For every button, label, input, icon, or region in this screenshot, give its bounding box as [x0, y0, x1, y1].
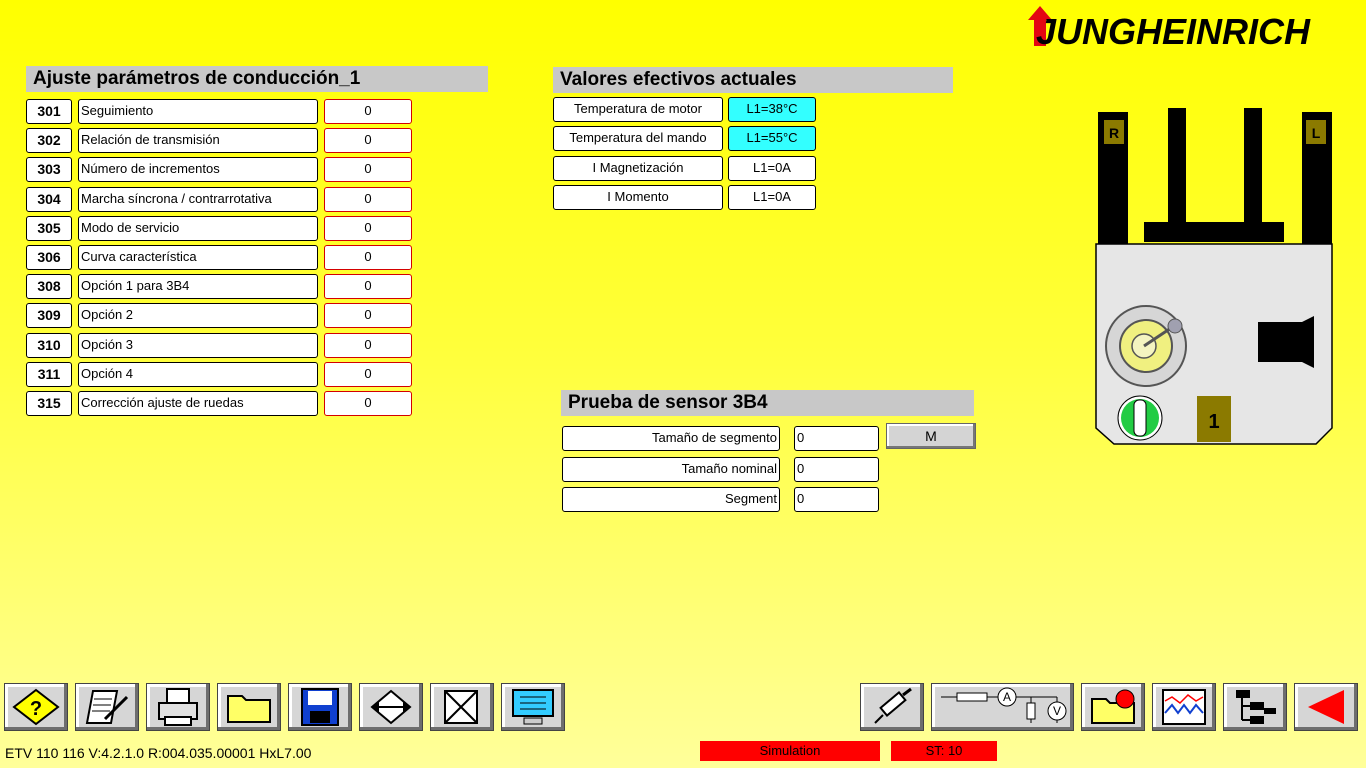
- param-number: 301: [26, 99, 72, 124]
- left-label: L: [1312, 125, 1321, 141]
- syringe-icon: [874, 687, 912, 724]
- param-value-field[interactable]: 0: [324, 157, 412, 183]
- actual-value: L1=55°C: [728, 126, 816, 152]
- param-number: 315: [26, 391, 72, 416]
- disable-document-button[interactable]: [430, 683, 494, 731]
- param-number: 302: [26, 128, 72, 154]
- transfer-button[interactable]: [359, 683, 423, 731]
- param-number: 311: [26, 361, 72, 387]
- params-panel-title: Ajuste parámetros de conducción_1: [26, 66, 488, 92]
- m-button[interactable]: M: [886, 423, 976, 449]
- sensor-label: Segment: [562, 487, 780, 512]
- param-value-field[interactable]: 0: [324, 274, 412, 300]
- notes-button[interactable]: [75, 683, 139, 731]
- oscilloscope-icon: [1162, 689, 1206, 725]
- param-label: Relación de transmisión: [78, 128, 318, 154]
- svg-text:JUNGHEINRICH: JUNGHEINRICH: [1036, 11, 1311, 48]
- data-transfer-icon: [370, 689, 412, 725]
- param-label: Número de incrementos: [78, 157, 318, 183]
- param-value-field[interactable]: 0: [324, 391, 412, 416]
- folder-icon: [227, 695, 271, 723]
- help-button[interactable]: ?: [4, 683, 68, 731]
- param-label: Opción 3: [78, 332, 318, 358]
- printer-icon: [158, 688, 198, 726]
- param-value-field[interactable]: 0: [324, 186, 412, 212]
- monitor-icon: [512, 689, 554, 725]
- param-label: Opción 4: [78, 361, 318, 387]
- actual-values-title: Valores efectivos actuales: [553, 67, 953, 93]
- indicator-text: 1: [1208, 411, 1219, 433]
- param-value-field[interactable]: 0: [324, 245, 412, 270]
- param-value-field[interactable]: 0: [324, 215, 412, 241]
- param-label: Corrección ajuste de ruedas: [78, 391, 318, 416]
- oscilloscope-button[interactable]: [1152, 683, 1216, 731]
- mast-post-1: [1168, 108, 1186, 224]
- param-number: 308: [26, 274, 72, 300]
- param-value-field[interactable]: 0: [324, 361, 412, 387]
- actual-label: I Magnetización: [553, 155, 723, 181]
- svg-text:?: ?: [30, 698, 42, 720]
- open-folder-button[interactable]: [217, 683, 281, 731]
- crossed-document-icon: [444, 690, 478, 724]
- param-label: Opción 2: [78, 303, 318, 329]
- circuit-meter-icon: A V: [940, 687, 1066, 723]
- actual-label: I Momento: [553, 184, 723, 210]
- circuit-meter-button[interactable]: A V: [931, 683, 1074, 731]
- simulation-badge: Simulation: [700, 741, 880, 761]
- param-label: Marcha síncrona / contrarrotativa: [78, 186, 318, 212]
- truck-diagram: R L 1: [1095, 108, 1333, 445]
- control-handle: [1258, 316, 1314, 368]
- svg-text:A: A: [1002, 690, 1010, 704]
- param-value-field[interactable]: 0: [324, 99, 412, 124]
- param-label: Modo de servicio: [78, 215, 318, 241]
- sensor-value-field[interactable]: 0: [794, 487, 879, 512]
- svg-text:V: V: [1052, 704, 1060, 718]
- param-label: Opción 1 para 3B4: [78, 274, 318, 300]
- notepad-icon: [85, 690, 129, 724]
- param-label: Seguimiento: [78, 99, 318, 124]
- sensor-label: Tamaño nominal: [562, 456, 780, 482]
- param-value-field[interactable]: 0: [324, 128, 412, 154]
- actual-label: Temperatura de motor: [553, 97, 723, 122]
- back-button[interactable]: [1294, 683, 1358, 731]
- param-number: 310: [26, 332, 72, 358]
- syringe-button[interactable]: [860, 683, 924, 731]
- print-button[interactable]: [146, 683, 210, 731]
- param-value-field[interactable]: 0: [324, 303, 412, 329]
- version-status: ETV 110 116 V:4.2.1.0 R:004.035.00001 Hx…: [5, 745, 312, 761]
- sensor-test-title: Prueba de sensor 3B4: [561, 390, 974, 416]
- sensor-value-field[interactable]: 0: [794, 426, 879, 451]
- mast-crossbar: [1144, 222, 1284, 242]
- actual-value: L1=38°C: [728, 97, 816, 122]
- param-number: 306: [26, 245, 72, 270]
- jungheinrich-logo: JUNGHEINRICH: [1028, 6, 1311, 48]
- param-label: Curva característica: [78, 245, 318, 270]
- record-folder-button[interactable]: [1081, 683, 1145, 731]
- mast-post-2: [1244, 108, 1262, 224]
- actual-label: Temperatura del mando: [553, 126, 723, 152]
- param-number: 305: [26, 215, 72, 241]
- display-button[interactable]: [501, 683, 565, 731]
- save-button[interactable]: [288, 683, 352, 731]
- sensor-value-field[interactable]: 0: [794, 456, 879, 482]
- actual-value: L1=0A: [728, 184, 816, 210]
- actual-value: L1=0A: [728, 155, 816, 181]
- right-label: R: [1109, 125, 1119, 141]
- folder-record-icon: [1091, 689, 1135, 724]
- back-arrow-icon: [1308, 690, 1344, 724]
- param-number: 309: [26, 303, 72, 329]
- state-badge: ST: 10: [891, 741, 997, 761]
- param-number: 303: [26, 157, 72, 183]
- sensor-label: Tamaño de segmento: [562, 426, 780, 451]
- tree-structure-icon: [1236, 690, 1276, 724]
- param-number: 304: [26, 186, 72, 212]
- tree-structure-button[interactable]: [1223, 683, 1287, 731]
- save-disk-icon: [301, 688, 339, 726]
- help-icon: ?: [12, 688, 60, 726]
- param-value-field[interactable]: 0: [324, 332, 412, 358]
